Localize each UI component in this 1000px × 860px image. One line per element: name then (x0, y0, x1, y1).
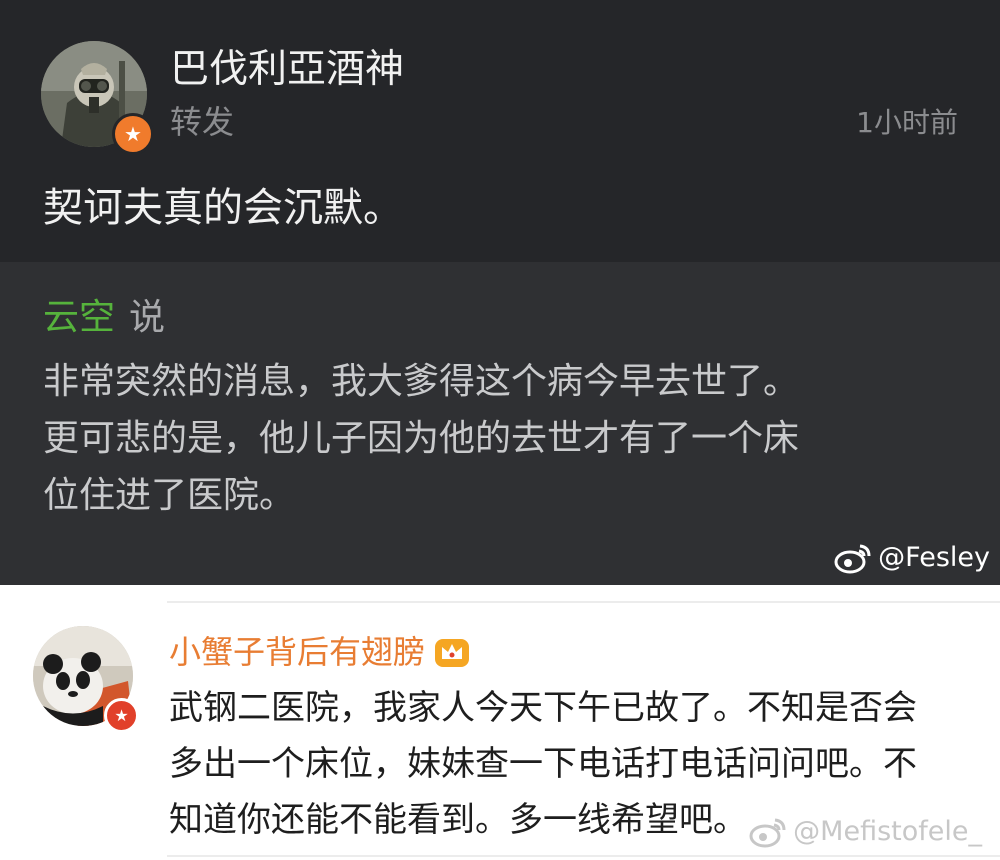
divider (167, 601, 1000, 603)
repost-label: 转发 (170, 103, 235, 141)
quote-line: 位住进了医院。 (43, 475, 296, 516)
quote-line: 更可悲的是，他儿子因为他的去世才有了一个床 (43, 418, 800, 459)
verified-badge-icon: ★ (104, 698, 139, 733)
watermark-bottom-text: @Mefistofele_ (793, 816, 982, 847)
comment-line: 武钢二医院，我家人今天下午已故了。不知是否会 (169, 688, 917, 728)
quote-author-line: 云空说 (43, 293, 165, 343)
post-timestamp: 1小时前 (856, 106, 958, 139)
weibo-logo-icon (749, 818, 786, 848)
watermark-bottom: @Mefistofele_ (749, 812, 982, 852)
watermark-top-text: @Fesley (878, 542, 990, 573)
watermark-top: @Fesley (834, 538, 990, 578)
verified-badge-icon: ★ (112, 113, 154, 155)
quote-author-name[interactable]: 云空 (43, 297, 115, 338)
quote-said-label: 说 (129, 297, 166, 338)
repost-username[interactable]: 巴伐利亞酒神 (170, 45, 404, 95)
vip-crown-icon (435, 639, 470, 667)
repost-text: 契诃夫真的会沉默。 (43, 185, 403, 231)
comment-line: 多出一个床位，妹妹查一下电话打电话问问吧。不 (169, 744, 917, 784)
quote-line: 非常突然的消息，我大爹得这个病今早去世了。 (43, 361, 800, 402)
quote-body: 非常突然的消息，我大爹得这个病今早去世了。 更可悲的是，他儿子因为他的去世才有了… (43, 353, 943, 524)
screenshot-page: ★ 巴伐利亞酒神 转发 1小时前 契诃夫真的会沉默。 云空说 非常突然的消息，我… (0, 0, 1000, 860)
commenter-username-line: 小蟹子背后有翅膀 (169, 630, 471, 674)
divider (167, 855, 1000, 857)
weibo-logo-icon (834, 544, 871, 574)
commenter-username[interactable]: 小蟹子背后有翅膀 (169, 630, 425, 674)
